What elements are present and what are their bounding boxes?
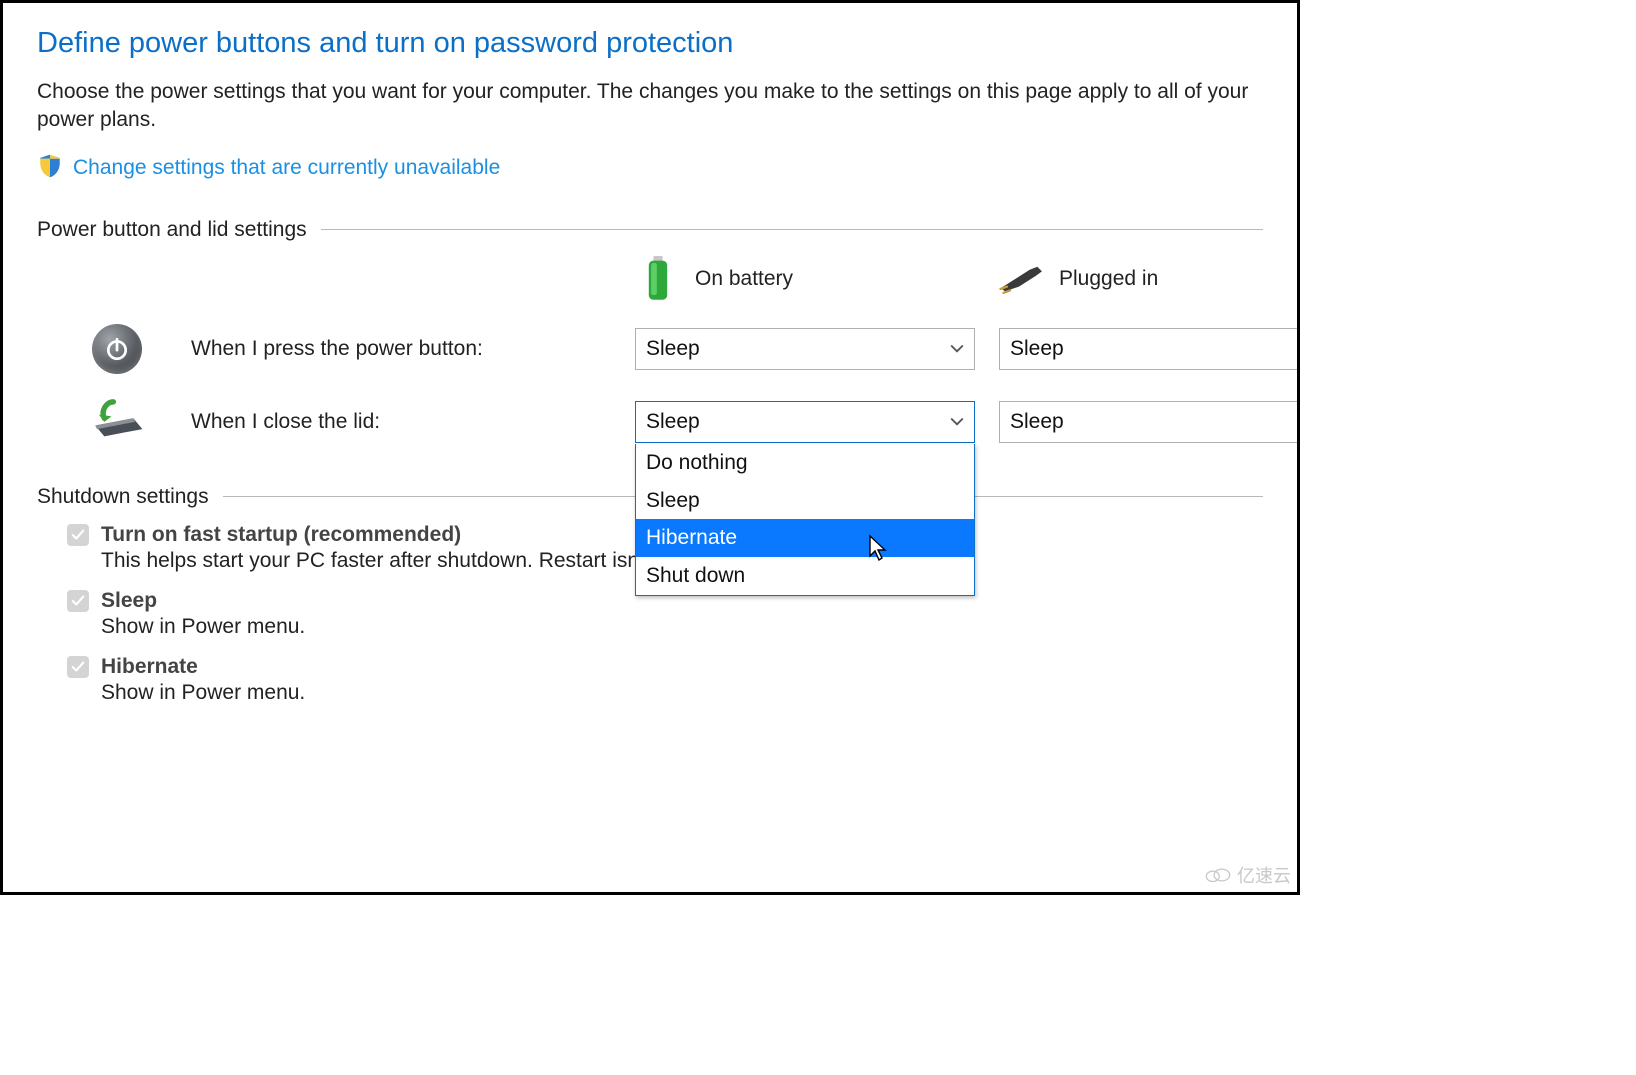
chevron-down-icon [950,415,964,429]
sleep-title: Sleep [101,589,157,613]
hibernate-setting: Hibernate Show in Power menu. [67,655,1263,705]
dropdown-option[interactable]: Hibernate [636,519,974,557]
close-lid-battery-value: Sleep [646,410,700,434]
column-header-battery: On battery [635,256,975,302]
close-lid-icon [88,396,146,449]
power-lid-section-header: Power button and lid settings [37,218,1263,242]
cursor-icon [868,534,888,562]
power-button-battery-select[interactable]: Sleep [635,328,975,370]
column-header-plugged-label: Plugged in [1059,267,1158,291]
close-lid-battery-select[interactable]: Sleep Do nothingSleepHibernateShut down [635,401,975,443]
sleep-checkbox[interactable] [67,590,89,612]
power-button-icon [92,324,142,374]
power-button-battery-value: Sleep [646,337,700,361]
hibernate-checkbox[interactable] [67,656,89,678]
intro-text: Choose the power settings that you want … [37,78,1263,135]
power-button-row-label: When I press the power button: [191,337,611,361]
battery-icon [635,256,681,302]
watermark: 亿速云 [1205,862,1291,888]
dropdown-option[interactable]: Do nothing [636,444,974,482]
close-lid-row-label: When I close the lid: [191,410,611,434]
sleep-setting: Sleep Show in Power menu. [67,589,1263,639]
chevron-down-icon [950,342,964,356]
page-title: Define power buttons and turn on passwor… [37,27,1263,60]
power-lid-section-label: Power button and lid settings [37,218,307,242]
column-header-plugged: Plugged in [999,256,1300,302]
close-lid-plugged-value: Sleep [1010,410,1064,434]
close-lid-plugged-select[interactable]: Sleep [999,401,1300,443]
dropdown-option[interactable]: Sleep [636,482,974,520]
watermark-text: 亿速云 [1237,862,1291,888]
shutdown-settings-label: Shutdown settings [37,485,209,509]
hibernate-title: Hibernate [101,655,198,679]
change-unavailable-settings-link[interactable]: Change settings that are currently unava… [73,156,500,180]
column-header-battery-label: On battery [695,267,793,291]
sleep-desc: Show in Power menu. [101,615,1263,639]
dropdown-option[interactable]: Shut down [636,557,974,595]
close-lid-battery-dropdown[interactable]: Do nothingSleepHibernateShut down [635,444,975,595]
hibernate-desc: Show in Power menu. [101,681,1263,705]
fast-startup-checkbox[interactable] [67,524,89,546]
fast-startup-title: Turn on fast startup (recommended) [101,523,461,547]
power-button-plugged-select[interactable]: Sleep [999,328,1300,370]
shield-icon [37,153,63,184]
plug-icon [999,256,1045,302]
power-button-plugged-value: Sleep [1010,337,1064,361]
